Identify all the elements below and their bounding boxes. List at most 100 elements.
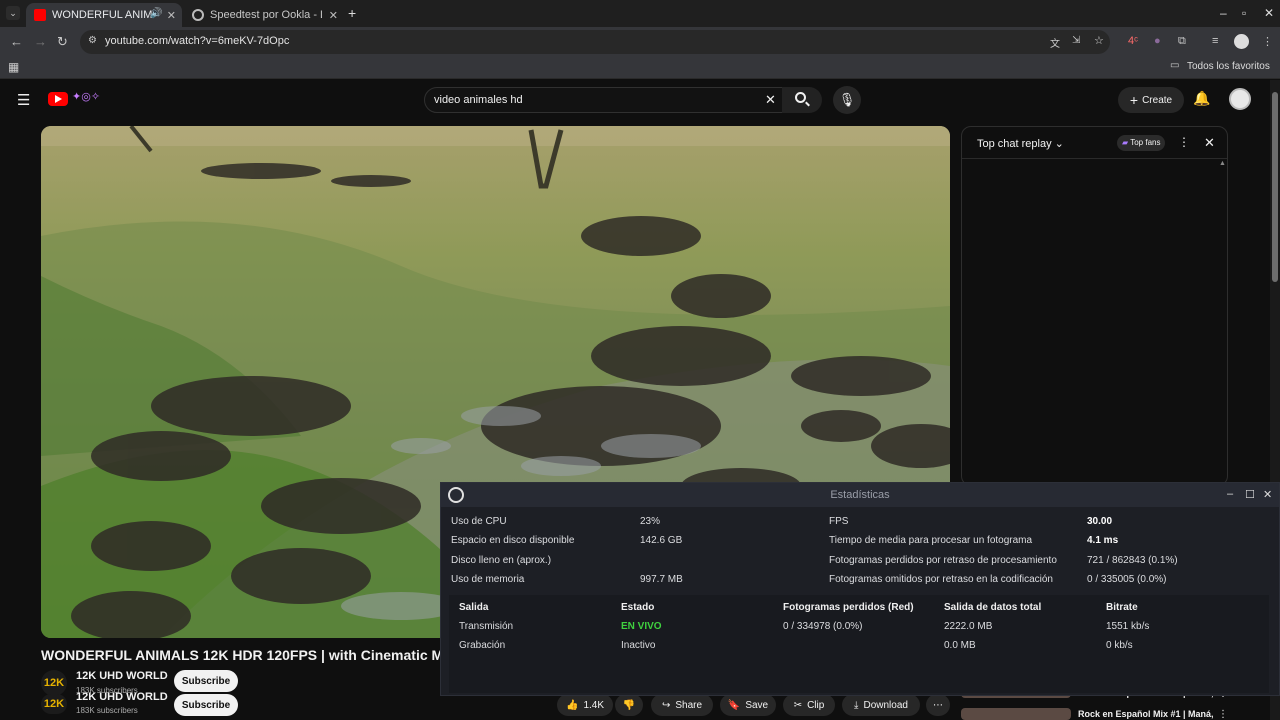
extension-icon[interactable]: 4ᶜ [1128,35,1138,47]
clear-search-icon[interactable]: ✕ [765,92,776,108]
download-button[interactable]: ⤓ Download [842,694,920,716]
like-count: 1.4K [583,699,605,711]
share-button[interactable]: ↪ Share [651,694,713,716]
browser-toolbar: ← → ↻ ⚙ youtube.com/watch?v=6meKV-7dOpc … [0,27,1280,57]
tab-search-icon[interactable]: ⌄ [6,6,20,20]
minimize-icon[interactable]: – [1220,6,1227,20]
channel-avatar[interactable]: 12K [41,694,67,714]
chat-mode-dropdown[interactable]: Top chat replay ⌄ [977,137,1064,150]
search-icon [795,92,806,103]
top-fans-badge[interactable]: ▰ Top fans [1117,135,1166,151]
youtube-favicon-icon [34,9,46,21]
chat-header: Top chat replay ⌄ ▰ Top fans ⋮ ✕ [962,127,1227,159]
table-cell: Grabación [459,640,506,651]
clip-button[interactable]: ✂ Clip [783,694,835,716]
forward-icon[interactable]: → [34,34,47,49]
obs-titlebar[interactable]: Estadísticas – ☐ ✕ [441,483,1279,507]
related-thumbnail[interactable] [961,708,1071,720]
more-actions-button[interactable]: ⋯ [926,694,950,716]
search-input[interactable]: video animales hd ✕ [424,87,790,113]
create-button[interactable]: + Create [1118,87,1184,113]
table-cell: Transmisión [459,621,514,632]
stat-label: Espacio en disco disponible [451,535,575,546]
chat-close-icon[interactable]: ✕ [1204,135,1215,151]
obs-window-title: Estadísticas [830,489,890,501]
stat-label: Tiempo de media para procesar un fotogra… [829,535,1033,546]
youtube-header: ☰ ✦◎✧ video animales hd ✕ 🎙 + Create 🔔 [0,80,1270,120]
profile-avatar-icon[interactable] [1234,34,1249,49]
like-button[interactable]: 👍 1.4K [557,694,613,716]
share-icon: ↪ [661,699,671,711]
related-more-icon[interactable]: ⋮ [1218,709,1228,720]
obs-maximize-icon[interactable]: ☐ [1245,488,1255,501]
chat-scroll-up-icon[interactable]: ▲ [1219,160,1226,167]
stat-value: 0 / 335005 (0.0%) [1087,574,1167,585]
voice-search-button[interactable]: 🎙 [833,86,861,114]
column-header: Bitrate [1106,602,1138,613]
new-tab-icon[interactable]: + [348,5,356,21]
search-query: video animales hd [434,94,523,106]
stat-label: Fotogramas perdidos por retraso de proce… [829,555,1057,566]
related-title[interactable]: Rock en Español Mix #1 | Maná, [1078,709,1214,719]
tab-youtube[interactable]: WONDERFUL ANIMA 🔊 ✕ [26,3,182,27]
close-tab-icon[interactable]: ✕ [167,9,176,22]
all-bookmarks-link[interactable]: Todos los favoritos [1187,61,1270,72]
browser-menu-icon[interactable]: ⋮ [1262,35,1273,48]
dislike-button[interactable]: 👎 [615,694,643,716]
hamburger-menu-icon[interactable]: ☰ [17,91,30,109]
table-cell: 2222.0 MB [944,621,993,632]
stat-label: Uso de memoria [451,574,525,585]
close-tab-icon[interactable]: ✕ [329,9,338,22]
site-info-icon[interactable]: ⚙ [88,35,97,46]
channel-name[interactable]: 12K UHD WORLD [76,670,168,682]
obs-close-icon[interactable]: ✕ [1263,488,1272,501]
save-button[interactable]: 🔖 Save [720,694,776,716]
channel-avatar[interactable]: 12K [41,670,67,696]
stat-value: 997.7 MB [640,574,683,585]
clip-label: Clip [807,699,825,711]
translate-icon[interactable]: 文 [1050,35,1060,50]
doodle-icon[interactable]: ✦◎✧ [72,90,106,108]
bookmark-star-icon[interactable]: ☆ [1094,34,1104,47]
table-cell: 0 kb/s [1106,640,1133,651]
subscribe-button[interactable]: Subscribe [174,670,238,692]
scissors-icon: ✂ [793,699,803,711]
search-button[interactable] [782,87,822,113]
extension-dot-icon[interactable]: ● [1154,35,1161,47]
reload-icon[interactable]: ↻ [57,34,68,50]
tab-title: WONDERFUL ANIMA [52,9,152,21]
bookmarks-bar: ▦ ▭ Todos los favoritos [0,57,1280,79]
back-icon[interactable]: ← [10,34,23,49]
extensions-puzzle-icon[interactable]: ⧉ [1178,35,1186,48]
close-window-icon[interactable]: ✕ [1264,6,1274,20]
chat-more-icon[interactable]: ⋮ [1178,135,1190,149]
restore-icon[interactable]: ▫ [1242,6,1246,20]
video-title: WONDERFUL ANIMALS 12K HDR 120FPS | with … [41,647,441,663]
reading-list-icon[interactable]: ≡ [1212,35,1218,47]
obs-minimize-icon[interactable]: – [1227,488,1233,500]
bookmark-icon: 🔖 [727,699,741,711]
subscribe-button[interactable]: Subscribe [174,694,238,716]
stat-value: 142.6 GB [640,535,683,546]
youtube-logo[interactable] [48,92,68,106]
account-avatar[interactable] [1229,88,1251,110]
address-bar[interactable]: ⚙ youtube.com/watch?v=6meKV-7dOpc 文 ⇲ ☆ [80,30,1110,54]
download-label: Download [863,699,908,711]
thumbs-down-icon: 👎 [622,699,636,711]
browser-tab-strip: ⌄ WONDERFUL ANIMA 🔊 ✕ Speedtest por Ookl… [0,0,1280,27]
channel-name[interactable]: 12K UHD WORLD [76,691,168,703]
microphone-icon: 🎙 [838,92,856,107]
install-icon[interactable]: ⇲ [1072,35,1080,46]
stat-value: 4.1 ms [1087,535,1119,546]
speaker-icon[interactable]: 🔊 [150,8,162,19]
search-icon-handle [805,101,810,107]
table-cell: 0 / 334978 (0.0%) [783,621,863,632]
tab-speedtest[interactable]: Speedtest por Ookla - La ✕ [184,3,344,27]
thumbs-up-icon: 👍 [565,699,579,711]
notifications-bell-icon[interactable]: 🔔 [1193,90,1210,107]
apps-grid-icon[interactable]: ▦ [8,60,19,74]
share-label: Share [675,699,703,711]
scrollbar-thumb[interactable] [1272,92,1278,282]
url-text: youtube.com/watch?v=6meKV-7dOpc [105,35,290,47]
chat-mode-label: Top chat replay [977,138,1052,150]
